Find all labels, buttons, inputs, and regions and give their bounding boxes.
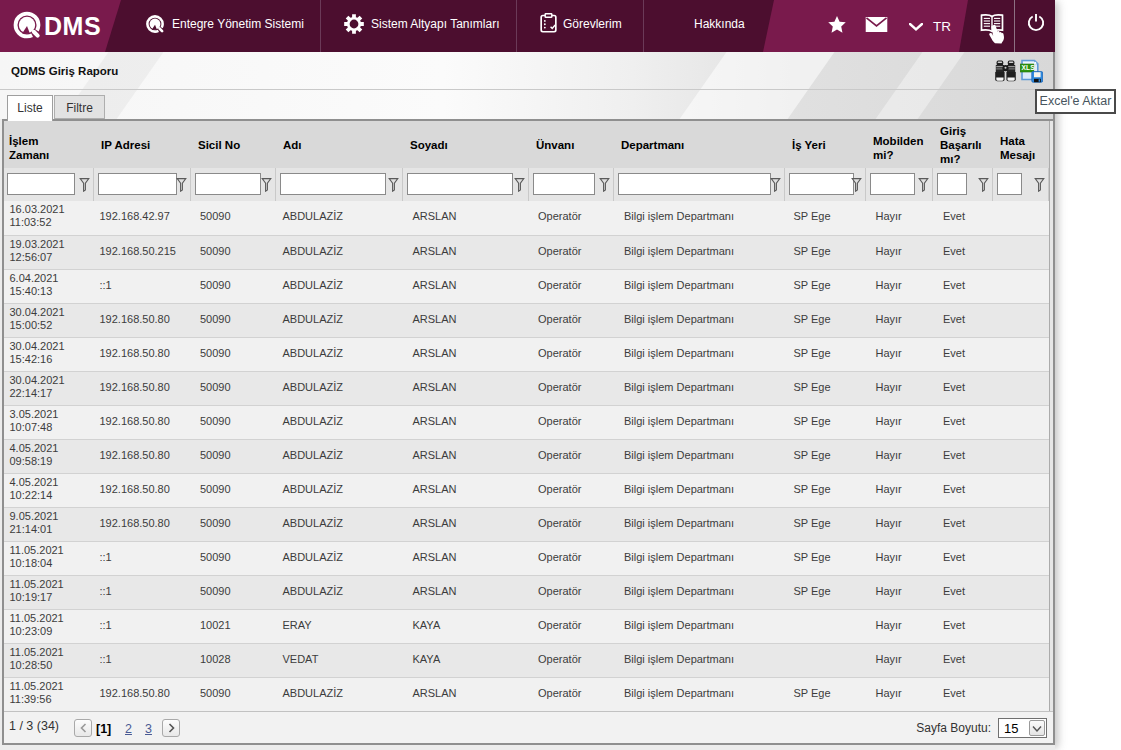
svg-text:XLS: XLS [1022, 64, 1036, 71]
